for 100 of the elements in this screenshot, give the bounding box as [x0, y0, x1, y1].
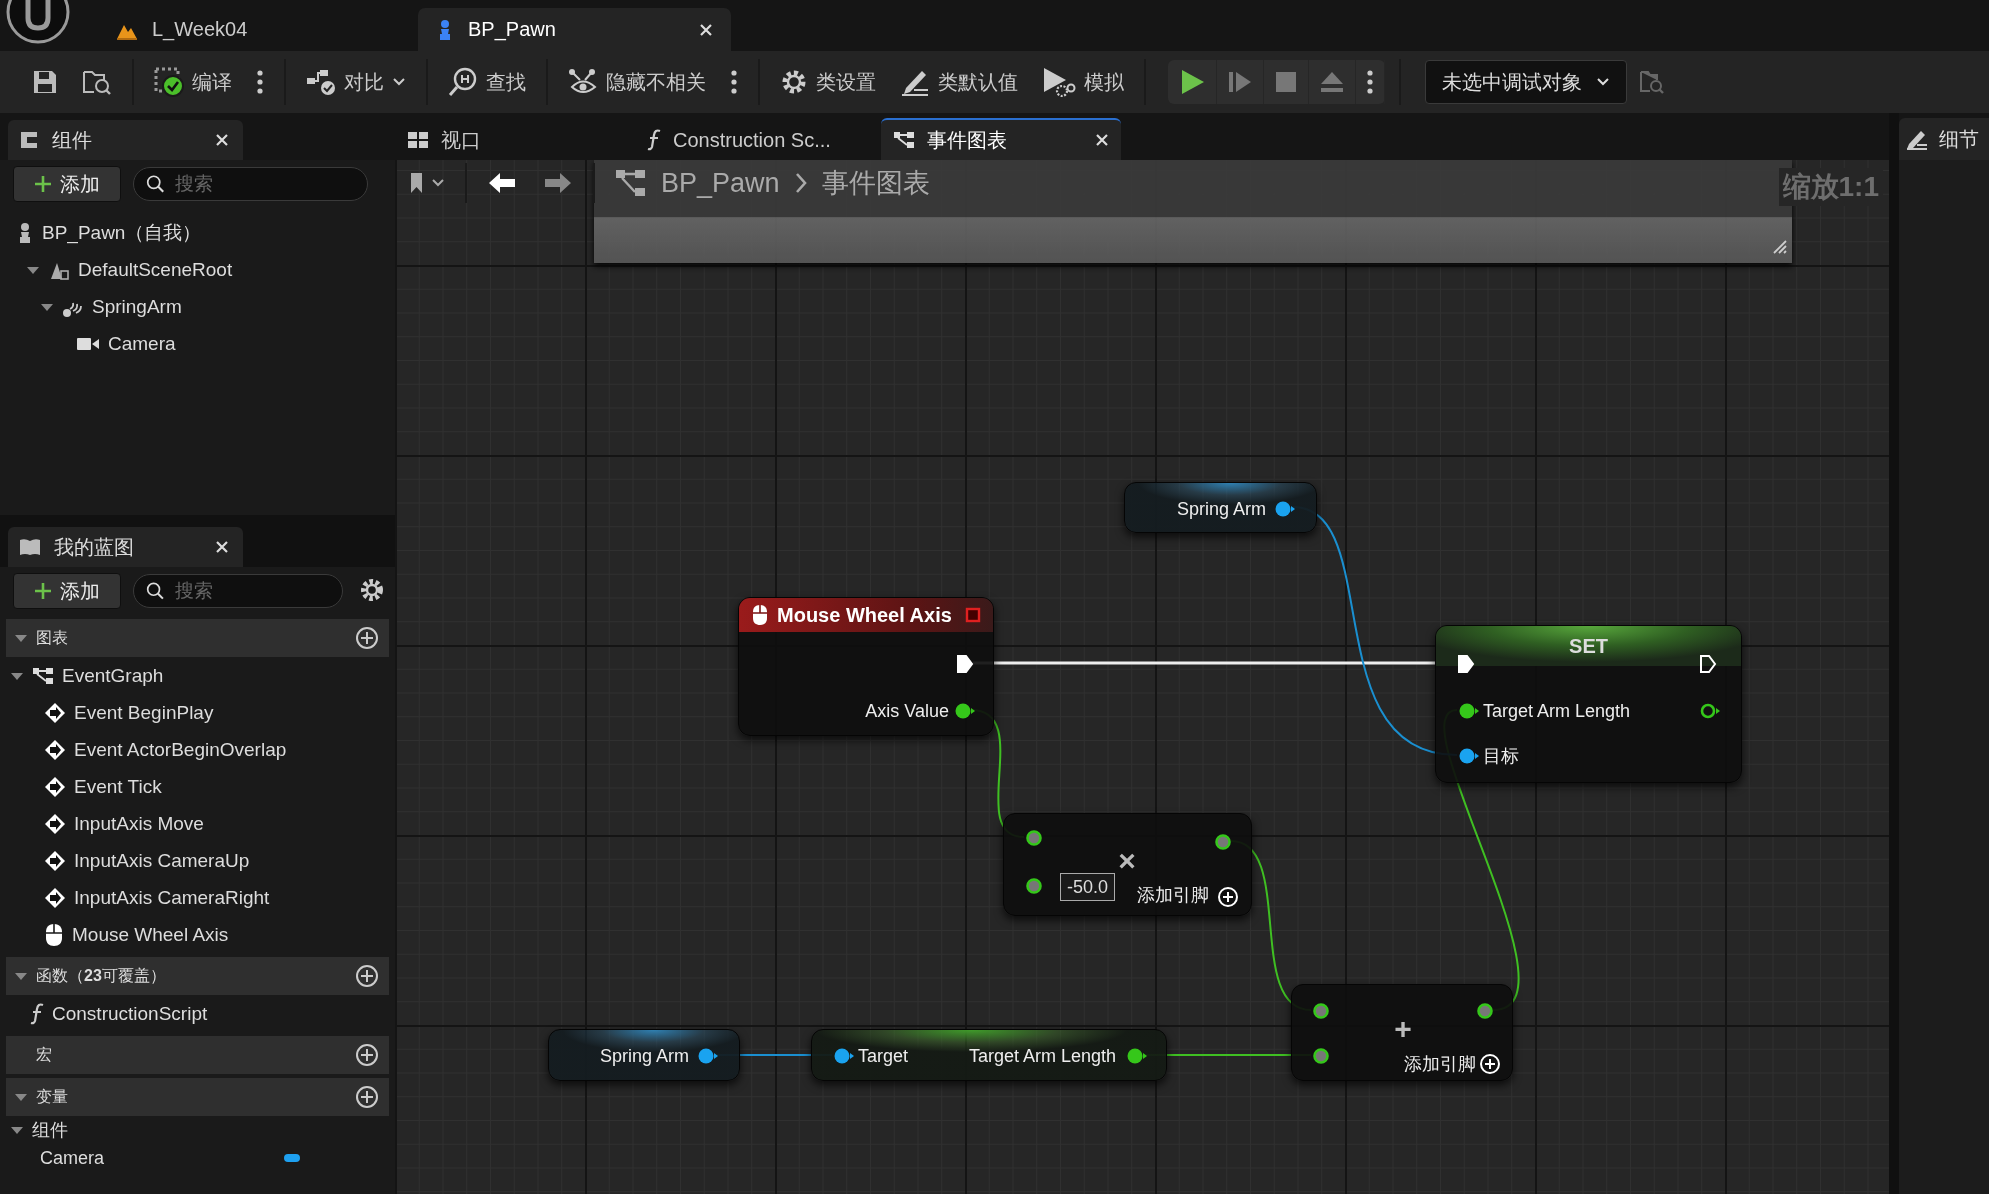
search-bar[interactable]: 搜索 [133, 574, 343, 608]
toolbar-button[interactable]: 查找 [436, 59, 538, 105]
tree-item[interactable]: SpringArm [8, 288, 387, 325]
forward-arrow-icon [543, 171, 573, 195]
debug-object-dropdown[interactable]: 未选中调试对象 [1425, 60, 1627, 104]
pin-icon[interactable] [1274, 500, 1296, 518]
variable-node[interactable]: Spring Arm [1124, 482, 1317, 533]
add-circle-icon [355, 626, 379, 650]
breadcrumb-item[interactable]: 事件图表 [821, 165, 930, 201]
event-icon [44, 849, 66, 872]
pin-label: Spring Arm [599, 1045, 689, 1068]
document-tab[interactable]: BP_Pawn [418, 8, 731, 51]
editor-tab[interactable]: 事件图表 [881, 118, 1121, 160]
search-field[interactable]: 搜索 [174, 580, 330, 602]
close-icon [699, 22, 713, 37]
pin-icon[interactable] [1025, 877, 1043, 895]
search-field[interactable]: 搜索 [174, 173, 355, 195]
pin-icon[interactable] [833, 1047, 855, 1065]
toolbar-button[interactable]: 隐藏不相关 [556, 59, 718, 105]
mouse-icon [751, 604, 769, 626]
breadcrumb-item[interactable]: BP_Pawn [661, 167, 780, 199]
gear-icon [359, 576, 385, 603]
toolbar-button[interactable]: 类默认值 [888, 59, 1030, 105]
section-header[interactable]: 宏 [6, 1036, 389, 1074]
pin-label: 目标 [1483, 745, 1519, 768]
stop-icon [1274, 70, 1298, 94]
event-node[interactable]: Mouse Wheel Axis Axis Value [738, 597, 994, 736]
pin-icon[interactable] [1214, 833, 1232, 851]
add-pin-icon[interactable] [1217, 886, 1239, 908]
pin-icon[interactable] [1458, 702, 1480, 720]
tree-item[interactable]: Camera [8, 325, 387, 362]
more-icon [1366, 69, 1374, 95]
tree-item[interactable]: DefaultSceneRoot [8, 251, 387, 288]
pin-icon[interactable] [1312, 1047, 1330, 1065]
search-bar[interactable]: 搜索 [133, 167, 368, 201]
pin-icon[interactable] [1458, 747, 1480, 765]
list-item[interactable]: Camera [0, 1144, 395, 1172]
exec-pin-icon[interactable] [956, 654, 974, 674]
book-icon [18, 537, 42, 557]
event-icon [44, 775, 66, 798]
list-item[interactable]: Mouse Wheel Axis [0, 916, 395, 953]
pin-icon[interactable] [1126, 1047, 1148, 1065]
event-output-icon [965, 607, 981, 623]
add-pin-icon[interactable] [1479, 1053, 1501, 1075]
editor-tab[interactable]: 视口 [395, 118, 635, 160]
plus-icon [34, 582, 52, 600]
section-header[interactable]: 函数（23可覆盖） [6, 957, 389, 995]
node-title: SET [1569, 634, 1608, 658]
toolbar-button[interactable]: 编译 [142, 59, 244, 105]
search-icon [146, 173, 165, 195]
event-icon [44, 812, 66, 835]
getter-node[interactable]: Target Target Arm Length [811, 1029, 1167, 1081]
variable-node[interactable]: Spring Arm [548, 1029, 740, 1081]
eject-icon [1319, 70, 1345, 94]
pin-icon[interactable] [1699, 702, 1721, 720]
section-header[interactable]: 图表 [6, 619, 389, 657]
document-tab[interactable]: L_Week04 [98, 8, 418, 51]
list-item[interactable]: InputAxis CameraUp [0, 842, 395, 879]
panel-tab[interactable]: 我的蓝图 [8, 527, 243, 567]
add-button[interactable]: 添加 [13, 573, 121, 609]
tree-item[interactable]: BP_Pawn（自我） [8, 214, 387, 251]
set-node[interactable]: SET Target Arm Length 目标 [1435, 625, 1742, 783]
section-header[interactable]: 变量 [6, 1078, 389, 1116]
exec-pin-icon[interactable] [1699, 654, 1717, 674]
list-item[interactable]: InputAxis CameraRight [0, 879, 395, 916]
pin-icon[interactable] [1476, 1002, 1494, 1020]
play-gears-icon [1042, 66, 1076, 98]
pin-label: Target Arm Length [968, 1045, 1116, 1068]
list-item[interactable]: Event ActorBeginOverlap [0, 731, 395, 768]
list-item[interactable]: InputAxis Move [0, 805, 395, 842]
list-item[interactable]: ConstructionScript [0, 995, 395, 1032]
node-title: Mouse Wheel Axis [777, 603, 953, 627]
value-field[interactable]: -50.0 [1060, 873, 1116, 901]
add-pin-label: 添加引脚 [1404, 1053, 1476, 1076]
caret-icon [1596, 77, 1610, 87]
editor-tab[interactable]: Construction Sc... [635, 118, 873, 160]
folder-search-icon [1639, 69, 1665, 95]
exec-pin-icon[interactable] [1457, 654, 1475, 674]
list-item[interactable]: EventGraph [0, 657, 395, 694]
pin-icon[interactable] [1025, 829, 1043, 847]
pin-icon[interactable] [697, 1047, 719, 1065]
toolbar-button[interactable]: 对比 [294, 59, 418, 105]
chevron-icon [793, 172, 808, 194]
panel-tab[interactable]: 细节 [1899, 118, 1989, 160]
math-node[interactable]: + 添加引脚 [1291, 984, 1513, 1081]
add-button[interactable]: 添加 [13, 166, 121, 202]
category-row[interactable]: 组件 [0, 1116, 395, 1144]
back-arrow-icon [487, 171, 517, 195]
pencil-icon [1905, 128, 1929, 150]
panel-tab[interactable]: 组件 [8, 120, 243, 160]
toolbar-button[interactable]: 类设置 [768, 59, 888, 105]
math-node[interactable]: × -50.0 添加引脚 [1003, 813, 1252, 916]
list-item[interactable]: Event Tick [0, 768, 395, 805]
pin-icon[interactable] [1312, 1002, 1330, 1020]
pin-icon[interactable] [954, 702, 976, 720]
graph-canvas[interactable]: BP_Pawn 事件图表 缩放1:1 Spring Arm Mouse Wheel Axis Axis Value SET Target Arm Length 目标 × -50.0 添加引脚 Spring Arm Target Target Arm Length + 添加引脚 [395, 160, 1889, 1194]
toolbar-button[interactable]: 模拟 [1030, 59, 1136, 105]
event-icon [44, 701, 66, 724]
list-item[interactable]: Event BeginPlay [0, 694, 395, 731]
add-circle-icon [355, 964, 379, 988]
